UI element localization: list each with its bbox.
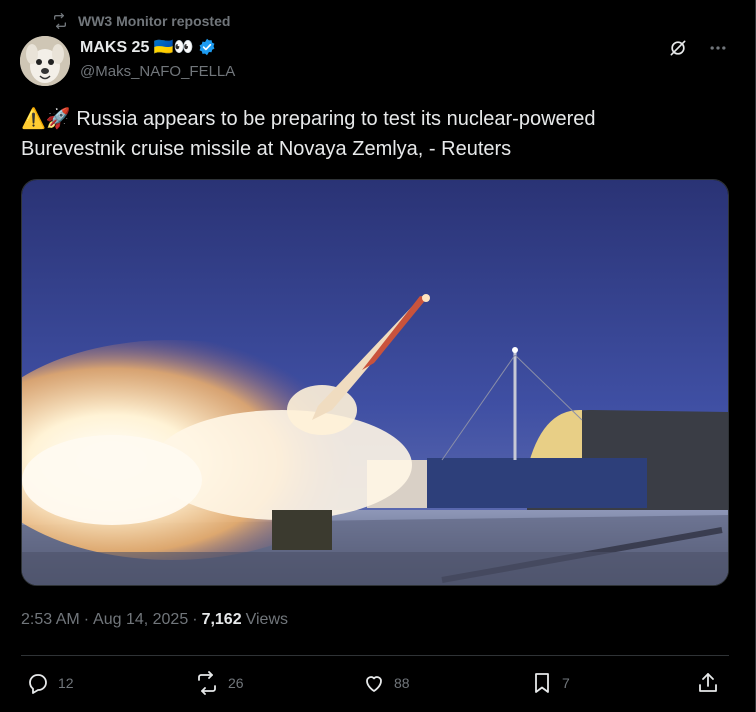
bookmark-count: 7: [562, 675, 570, 691]
repost-button[interactable]: 26: [194, 671, 244, 695]
repost-text: WW3 Monitor reposted: [78, 13, 231, 29]
like-icon: [362, 671, 386, 695]
tweet-time[interactable]: 2:53 AM: [21, 611, 80, 629]
meta-separator: ·: [83, 611, 90, 628]
avatar[interactable]: [20, 36, 70, 86]
share-button[interactable]: [696, 671, 720, 695]
repost-indicator[interactable]: WW3 Monitor reposted: [52, 11, 230, 31]
verified-badge-icon: [198, 38, 216, 56]
author-name-row[interactable]: MAKS 25 🇺🇦👀: [80, 37, 216, 57]
views-count: 7,162: [201, 611, 242, 628]
reply-button[interactable]: 12: [26, 671, 74, 695]
grok-icon[interactable]: [668, 38, 688, 58]
bookmark-button[interactable]: 7: [530, 671, 570, 695]
repost-icon: [194, 671, 220, 695]
tweet-meta: 2:53 AM · Aug 14, 2025 · 7,162 Views: [21, 609, 288, 631]
author-display-name[interactable]: MAKS 25 🇺🇦👀: [80, 37, 194, 57]
repost-small-icon: [52, 13, 68, 29]
views-label: Views: [245, 611, 288, 628]
reply-icon: [26, 671, 50, 695]
action-bar: 12 26 88 7: [26, 671, 726, 701]
meta-separator-2: ·: [192, 611, 198, 628]
tweet-date[interactable]: Aug 14, 2025: [93, 611, 188, 629]
author-handle[interactable]: @Maks_NAFO_FELLA: [80, 63, 235, 80]
tweet-text: ⚠️🚀 Russia appears to be preparing to te…: [21, 104, 721, 164]
tweet-text-line-1: ⚠️🚀 Russia appears to be preparing to te…: [21, 108, 596, 130]
tweet-media-image[interactable]: [21, 179, 729, 586]
divider: [21, 655, 729, 656]
tweet-top-actions: [668, 38, 728, 58]
more-icon[interactable]: [708, 38, 728, 58]
bookmark-icon: [530, 671, 554, 695]
reply-count: 12: [58, 675, 74, 691]
like-count: 88: [394, 675, 410, 691]
like-button[interactable]: 88: [362, 671, 410, 695]
share-icon: [696, 671, 720, 695]
repost-count: 26: [228, 675, 244, 691]
tweet-text-line-2: Burevestnik cruise missile at Novaya Zem…: [21, 138, 512, 160]
